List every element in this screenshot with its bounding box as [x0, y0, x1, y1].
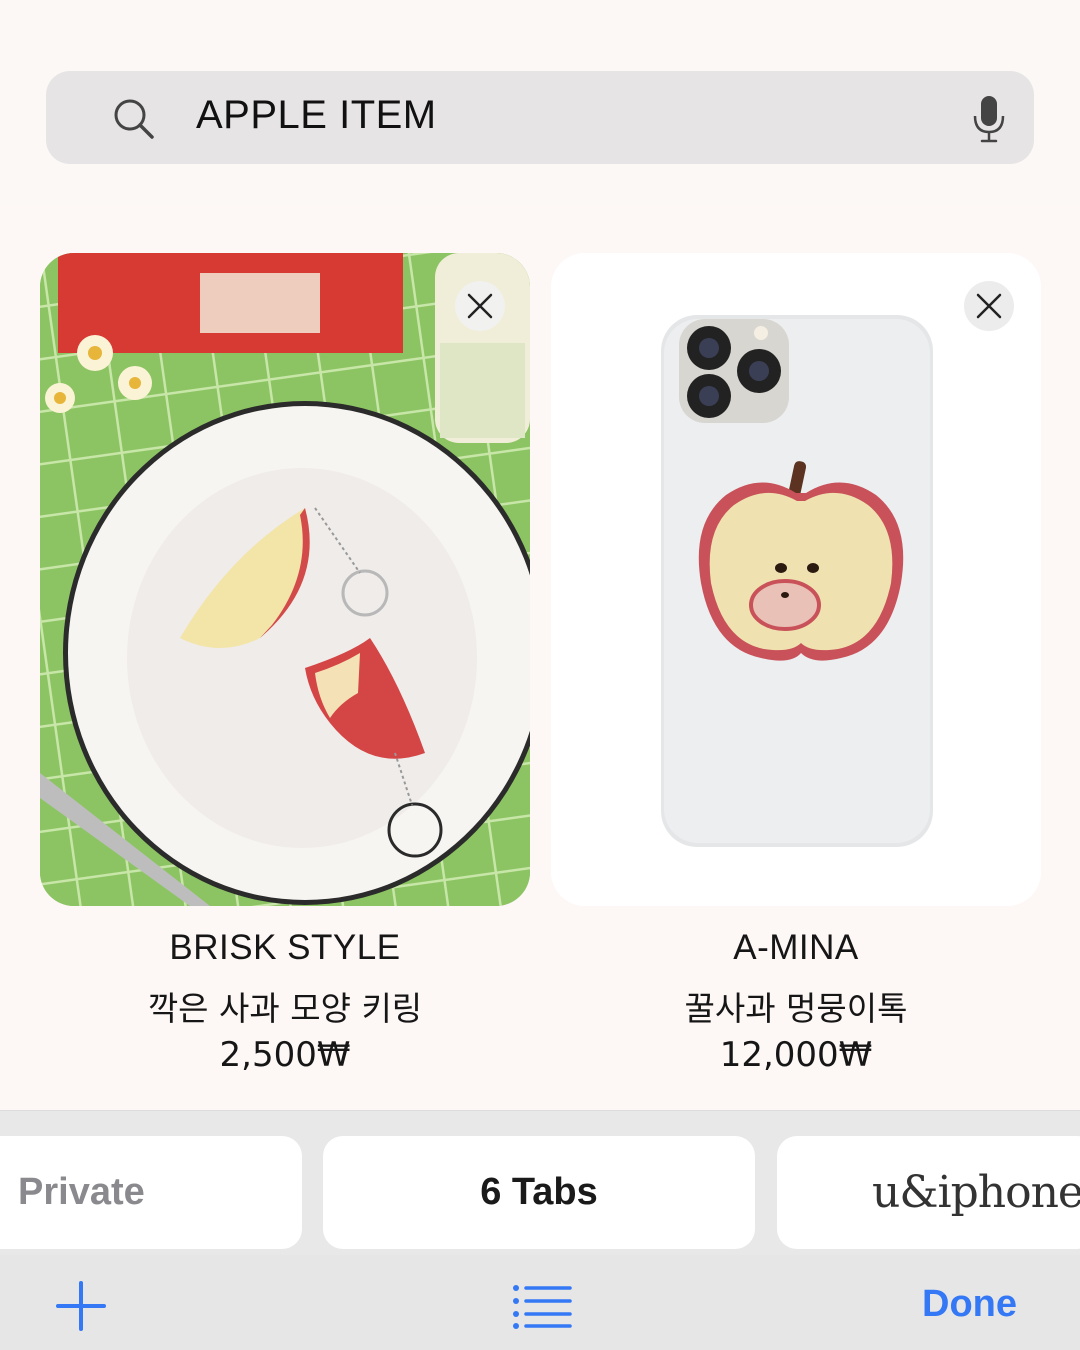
tab-card-brisk-style[interactable]	[40, 253, 530, 906]
search-bar[interactable]: APPLE ITEM	[46, 71, 1034, 164]
tab-subtitle: 깍은 사과 모양 키링	[147, 989, 423, 1028]
search-query[interactable]: APPLE ITEM	[196, 93, 437, 138]
tab-price: 12,000₩	[719, 1035, 873, 1075]
tab-card-a-mina[interactable]	[551, 253, 1041, 906]
tab-preview-image	[40, 253, 530, 906]
microphone-icon[interactable]	[972, 94, 1006, 144]
tab-preview-image	[551, 253, 1041, 906]
tabs-count-label: 6 Tabs	[480, 1171, 598, 1213]
tab-group-selector: Private 6 Tabs u&iphone	[0, 1110, 1080, 1255]
search-icon	[114, 99, 154, 139]
close-icon	[467, 293, 493, 319]
plus-icon[interactable]	[56, 1281, 106, 1331]
tabs-count-group[interactable]: 6 Tabs	[323, 1136, 755, 1249]
tab-title: BRISK STYLE	[169, 928, 401, 967]
private-label: Private	[18, 1171, 145, 1213]
private-tab-group[interactable]: Private	[0, 1136, 302, 1249]
tab-price: 2,500₩	[219, 1035, 351, 1075]
bottom-toolbar: Done	[0, 1255, 1080, 1350]
tab-subtitle: 꿀사과 멍뭉이톡	[684, 989, 908, 1028]
brand-label: u&iphone	[872, 1167, 1080, 1218]
close-icon	[976, 293, 1002, 319]
list-icon[interactable]	[512, 1283, 572, 1329]
search-header: APPLE ITEM	[0, 0, 1080, 205]
brand-tab-group[interactable]: u&iphone	[777, 1136, 1080, 1249]
done-button[interactable]: Done	[922, 1283, 1017, 1326]
close-tab-button[interactable]	[455, 281, 505, 331]
close-tab-button[interactable]	[964, 281, 1014, 331]
tab-title: A-MINA	[733, 928, 859, 967]
